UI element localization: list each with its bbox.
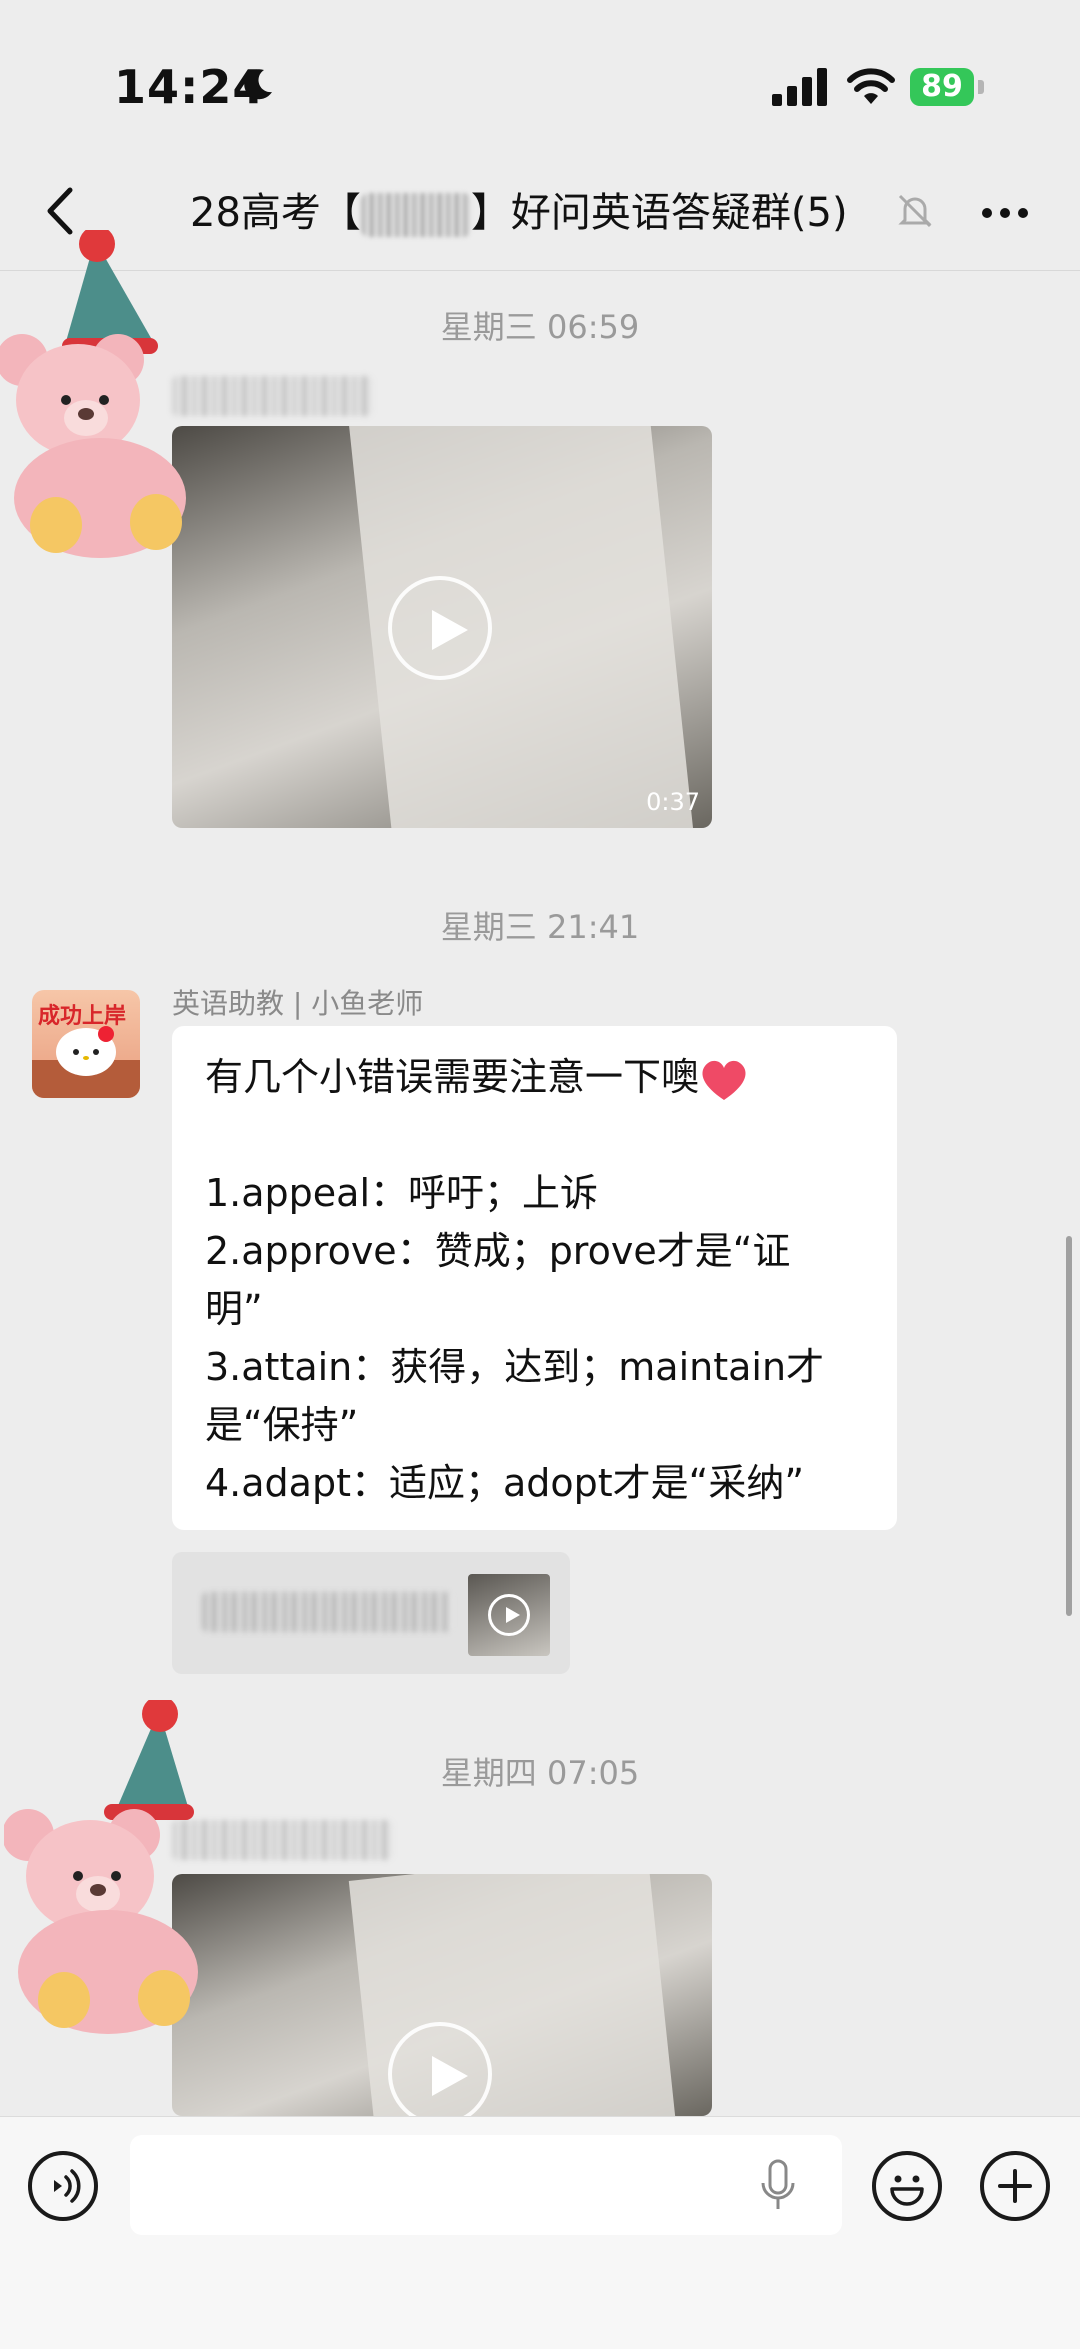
avatar-label: 成功上岸 [38, 1004, 127, 1029]
chevron-left-icon[interactable] [40, 186, 80, 236]
sender-name: 英语助教 | 小鱼老师 [172, 987, 424, 1020]
input-bar [0, 2116, 1080, 2349]
quoted-video-thumbnail [468, 1574, 550, 1656]
message-line: 有几个小错误需要注意一下噢 [205, 1048, 865, 1106]
wifi-icon [847, 68, 895, 104]
video-message[interactable]: 0:37 [172, 426, 712, 828]
timestamp: 星期三 21:41 [440, 908, 640, 946]
voice-wave-glyph [54, 2169, 81, 2203]
message-line: 明” [205, 1287, 263, 1331]
play-icon[interactable] [388, 576, 492, 680]
play-icon[interactable] [388, 2022, 492, 2116]
video-duration: 0:37 [646, 788, 700, 816]
status-bar: 14:24 89 [0, 0, 1080, 150]
smile-glyph [890, 2175, 924, 2206]
title-suffix: 】好问英语答疑群(5) [470, 190, 848, 236]
microphone-icon[interactable] [758, 2159, 798, 2213]
ellipsis-icon[interactable] [980, 206, 1030, 220]
avatar[interactable]: 成功上岸 [32, 990, 140, 1098]
message-line [205, 1106, 865, 1164]
message-line: 是“保持” [205, 1403, 359, 1447]
teddy-bear-sticker [0, 230, 186, 558]
blurred-quote-text [202, 1592, 452, 1632]
teddy-bear-sticker [4, 1700, 198, 2034]
scrollbar[interactable] [1066, 1236, 1072, 1616]
message-line: 1.appeal：呼吁；上诉 [205, 1171, 599, 1215]
message-line-text: 有几个小错误需要注意一下噢 [205, 1055, 700, 1099]
message-bubble[interactable]: 有几个小错误需要注意一下噢 1.appeal：呼吁；上诉 2.approve：赞… [172, 1026, 897, 1530]
plus-icon[interactable] [980, 2151, 1050, 2221]
title-prefix: 28高考【 [190, 190, 361, 236]
play-icon [488, 1594, 530, 1636]
plus-glyph [998, 2169, 1032, 2203]
chat-title: 28高考【 】好问英语答疑群(5) [190, 180, 848, 238]
message-line: 2.approve：赞成；prove才是“证 [205, 1229, 791, 1273]
message-line: 3.attain：获得，达到；maintain才 [205, 1345, 825, 1389]
voice-wave-icon[interactable] [28, 2151, 98, 2221]
blurred-name [360, 193, 471, 237]
smile-icon[interactable] [872, 2151, 942, 2221]
heart-icon [702, 1060, 746, 1100]
video-message[interactable] [172, 1874, 712, 2116]
bell-slash-icon [898, 194, 932, 228]
message-input[interactable] [130, 2135, 842, 2235]
moon-icon [244, 69, 272, 100]
battery-icon: 89 [910, 68, 974, 106]
signal-icon [772, 68, 827, 106]
battery-tip [978, 80, 984, 94]
message-line: 4.adapt：适应；adopt才是“采纳” [205, 1461, 805, 1505]
quoted-reply[interactable] [172, 1552, 570, 1674]
